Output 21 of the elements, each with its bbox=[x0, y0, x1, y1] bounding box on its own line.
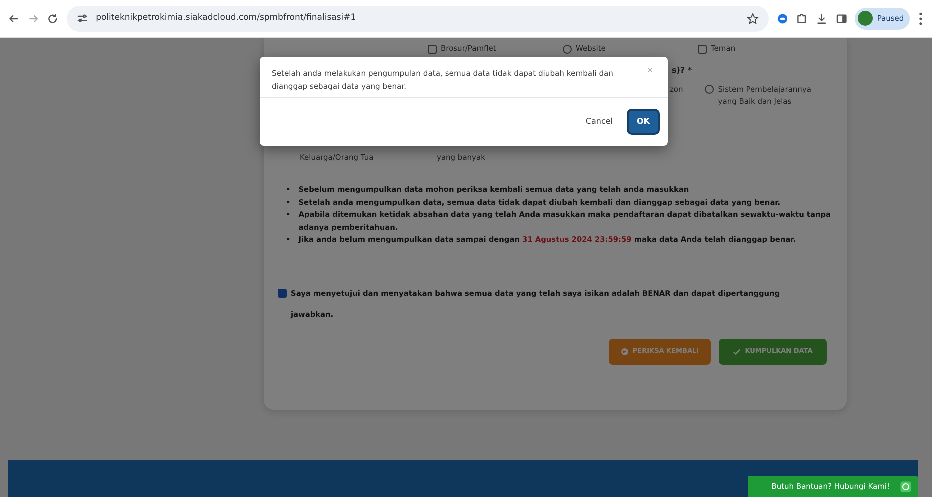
extension-icon[interactable] bbox=[776, 12, 788, 24]
checkbox[interactable] bbox=[428, 44, 437, 54]
question-text: s)? * bbox=[672, 65, 692, 77]
site-settings-icon[interactable] bbox=[77, 13, 88, 24]
side-panel-icon[interactable] bbox=[836, 12, 848, 24]
check-icon bbox=[733, 348, 742, 356]
ok-button[interactable]: OK bbox=[627, 108, 660, 134]
avatar-circle bbox=[858, 11, 874, 26]
reload-icon[interactable] bbox=[47, 12, 60, 24]
cancel-button[interactable]: Cancel bbox=[580, 114, 619, 128]
download-icon[interactable] bbox=[816, 12, 828, 24]
left-arrow-icon bbox=[620, 348, 629, 356]
radio-button[interactable] bbox=[705, 85, 714, 94]
menu-icon[interactable] bbox=[918, 12, 924, 26]
checkbox[interactable] bbox=[278, 288, 287, 298]
star-icon[interactable] bbox=[746, 12, 759, 24]
checkbox[interactable] bbox=[698, 44, 707, 54]
chat-icon bbox=[900, 481, 912, 493]
back-arrow-icon[interactable] bbox=[8, 12, 20, 24]
radio-button[interactable] bbox=[563, 44, 572, 54]
puzzle-icon[interactable] bbox=[796, 12, 808, 24]
